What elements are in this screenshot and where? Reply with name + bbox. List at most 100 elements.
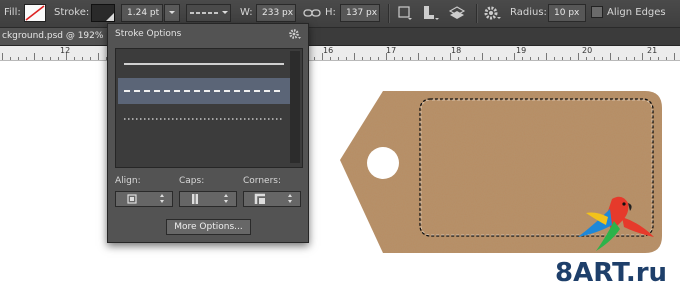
ruler-tick — [330, 57, 331, 60]
radius-label: Radius: — [510, 7, 547, 18]
stroke-label: Stroke: — [54, 7, 90, 18]
stroke-type-dropdown[interactable] — [186, 4, 231, 22]
width-field[interactable]: 233 px — [256, 4, 296, 22]
ruler-tick — [642, 53, 643, 60]
path-operations-icon[interactable] — [394, 4, 414, 22]
ruler-number: 20 — [582, 46, 593, 55]
fill-swatch[interactable] — [24, 4, 46, 22]
ruler-tick — [82, 57, 83, 60]
ruler-tick — [370, 57, 371, 60]
stroke-options-panel: Stroke Options Align: Caps: Corners: Mor… — [107, 23, 309, 243]
document-tab[interactable]: ckground.psd @ 192% — [0, 28, 110, 45]
ruler-tick — [98, 53, 99, 60]
link-icon[interactable] — [302, 4, 322, 22]
ruler-tick — [506, 57, 507, 60]
ruler-tick — [610, 53, 611, 60]
stroke-preset-list — [115, 48, 303, 168]
ruler-tick — [578, 53, 579, 60]
preset-solid[interactable] — [118, 51, 290, 77]
corners-dropdown[interactable] — [243, 191, 301, 207]
dashed-line-icon — [124, 90, 284, 92]
ruler-tick — [530, 57, 531, 60]
divider — [388, 4, 389, 23]
stroke-width-dropdown[interactable] — [164, 4, 180, 22]
ruler-tick — [466, 57, 467, 60]
stroke-align-icon — [127, 194, 164, 204]
gear-icon[interactable] — [482, 4, 502, 22]
ruler-tick — [34, 53, 35, 60]
ruler-tick — [314, 57, 315, 60]
ruler-tick — [586, 57, 587, 60]
stroke-caps-icon — [192, 194, 228, 204]
ruler-tick — [18, 57, 19, 60]
ruler-tick — [650, 57, 651, 60]
swatch-corner-icon — [106, 13, 114, 21]
ruler-tick — [674, 53, 675, 60]
ruler-tick — [658, 57, 659, 60]
panel-title: Stroke Options — [115, 29, 182, 39]
corners-label: Corners: — [243, 176, 281, 186]
ruler-tick — [410, 57, 411, 60]
align-edges-checkbox[interactable] — [591, 6, 603, 18]
ruler-tick — [570, 57, 571, 60]
ruler-tick — [522, 57, 523, 60]
ruler-tick — [346, 57, 347, 60]
ruler-tick — [594, 57, 595, 60]
chevron-down-icon — [169, 11, 175, 14]
preset-list-scrollbar[interactable] — [290, 51, 300, 163]
preset-dotted[interactable] — [118, 106, 290, 132]
ruler-number: 17 — [386, 46, 397, 55]
path-alignment-icon[interactable] — [420, 4, 440, 22]
ruler-tick — [618, 57, 619, 60]
height-field[interactable]: 137 px — [340, 4, 380, 22]
ruler-tick — [538, 57, 539, 60]
height-label: H: — [325, 7, 336, 18]
preset-dashed[interactable] — [118, 78, 290, 104]
ruler-tick — [666, 57, 667, 60]
stroke-color-swatch[interactable] — [91, 4, 115, 22]
stroke-corners-icon — [254, 193, 292, 204]
caps-dropdown[interactable] — [179, 191, 237, 207]
ruler-tick — [394, 57, 395, 60]
tag-hole — [367, 147, 399, 179]
horizontal-ruler: 12 16 17 18 19 20 21 — [0, 46, 680, 61]
ruler-number: 18 — [451, 46, 462, 55]
ruler-tick — [402, 57, 403, 60]
ruler-number: 16 — [323, 46, 334, 55]
ruler-tick — [74, 57, 75, 60]
path-arrangement-icon[interactable] — [447, 4, 467, 22]
ruler-tick — [562, 57, 563, 60]
align-label: Align: — [115, 176, 141, 186]
stroke-width-field[interactable]: 1.24 pt — [121, 4, 163, 22]
ruler-tick — [10, 57, 11, 60]
ruler-tick — [42, 57, 43, 60]
ruler-tick — [634, 57, 635, 60]
dashed-line-icon — [190, 11, 228, 14]
ruler-tick — [514, 53, 515, 60]
ruler-tick — [418, 53, 419, 60]
options-bar: Fill: Stroke: 1.24 pt W: 233 px H: 137 p… — [0, 0, 680, 28]
dotted-line-icon — [124, 118, 284, 120]
watermark-logo-text: 8ART.ru — [555, 258, 668, 288]
width-label: W: — [240, 7, 253, 18]
ruler-tick — [378, 57, 379, 60]
ruler-tick — [458, 57, 459, 60]
align-dropdown[interactable] — [115, 191, 173, 207]
ruler-tick — [626, 57, 627, 60]
ruler-tick — [354, 53, 355, 60]
ruler-tick — [362, 57, 363, 60]
ruler-tick — [474, 57, 475, 60]
ruler-tick — [90, 57, 91, 60]
ruler-number: 21 — [647, 46, 658, 55]
no-fill-icon — [25, 5, 45, 21]
ruler-tick — [482, 53, 483, 60]
ruler-tick — [490, 57, 491, 60]
ruler-tick — [338, 57, 339, 60]
caps-label: Caps: — [179, 176, 205, 186]
ruler-tick — [602, 57, 603, 60]
solid-line-icon — [124, 63, 284, 65]
ruler-tick — [26, 57, 27, 60]
radius-field[interactable]: 10 px — [548, 4, 586, 22]
gear-icon[interactable] — [288, 27, 302, 41]
more-options-button[interactable]: More Options... — [166, 219, 251, 235]
